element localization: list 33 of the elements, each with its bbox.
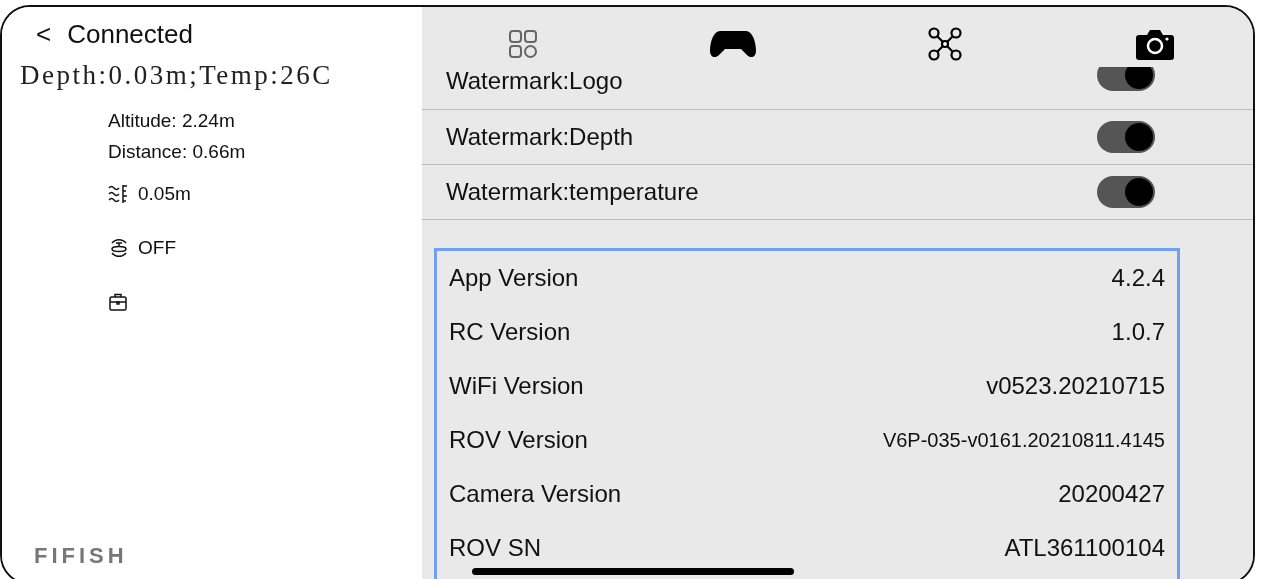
back-button[interactable]: < bbox=[36, 19, 52, 50]
grid-icon[interactable] bbox=[508, 29, 538, 59]
rov-rotate-icon bbox=[108, 237, 130, 259]
version-label: ROV Version bbox=[449, 426, 588, 454]
toolbox-icon[interactable] bbox=[108, 292, 128, 312]
version-value: 20200427 bbox=[1058, 480, 1165, 508]
camera-icon[interactable] bbox=[1134, 27, 1175, 61]
setting-label: Watermark:Depth bbox=[446, 123, 634, 151]
version-label: Camera Version bbox=[449, 480, 622, 508]
version-value: 1.0.7 bbox=[1111, 318, 1165, 346]
toggle-switch[interactable] bbox=[1097, 176, 1155, 208]
version-label: WiFi Version bbox=[449, 372, 584, 400]
brand-logo: FIFISH bbox=[33, 543, 129, 569]
connection-status: Connected bbox=[67, 19, 193, 50]
indicator-value: OFF bbox=[138, 237, 176, 259]
stat-reading: Altitude: 2.24m bbox=[108, 109, 236, 133]
telemetry-readout: Depth:0.03m;Temp:26C bbox=[19, 60, 334, 91]
setting-label: Watermark:Logo bbox=[446, 67, 623, 95]
stat-reading: Distance: 0.66m bbox=[108, 140, 247, 164]
version-value: v0523.20210715 bbox=[986, 372, 1165, 400]
indicator-value: 0.05m bbox=[138, 183, 191, 205]
gamepad-icon[interactable] bbox=[709, 29, 756, 59]
toggle-switch[interactable] bbox=[1097, 121, 1155, 153]
toggle-switch[interactable] bbox=[1097, 67, 1155, 91]
version-label: ROV SN bbox=[449, 534, 541, 562]
version-value: V6P-035-v0161.20210811.4145 bbox=[882, 428, 1165, 452]
setting-label: Watermark:temperature bbox=[446, 178, 699, 206]
water-level-icon bbox=[108, 184, 130, 204]
drone-icon[interactable] bbox=[927, 26, 964, 62]
version-label: RC Version bbox=[449, 318, 571, 346]
version-label: App Version bbox=[449, 264, 579, 292]
version-value: 4.2.4 bbox=[1111, 264, 1165, 292]
version-value: ATL361100104 bbox=[1004, 534, 1165, 562]
